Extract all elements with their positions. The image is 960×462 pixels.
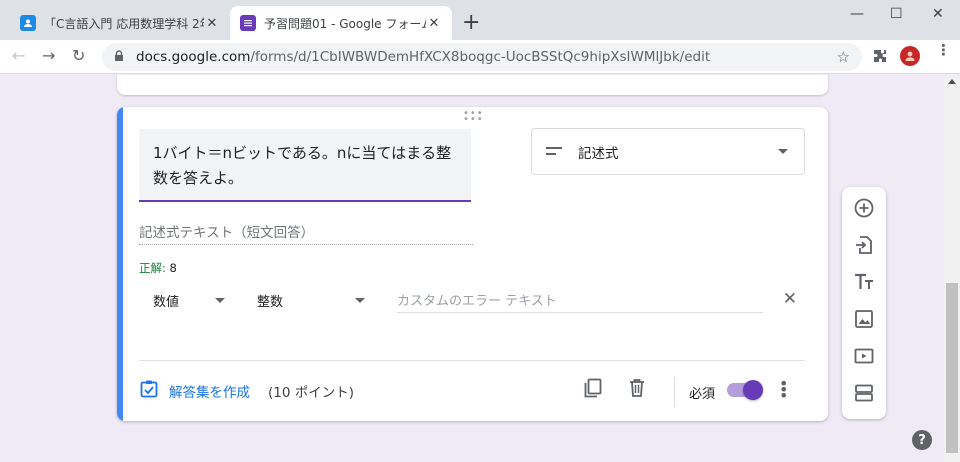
answer-key-label: 解答集を作成 (169, 385, 250, 401)
extensions-icon[interactable] (872, 48, 888, 68)
validation-rule-select[interactable]: 整数 (257, 287, 365, 313)
tab-strip: 「C言語入門 応用数理学科 2年」の ✕ 予習問題01 - Google フォー… (0, 0, 960, 40)
profile-avatar[interactable] (900, 46, 920, 66)
lock-icon (114, 49, 126, 65)
footer-divider (674, 377, 675, 407)
forms-icon (240, 15, 256, 31)
add-section-icon[interactable] (853, 382, 875, 404)
question-card[interactable]: ••• ••• 1バイト＝nビットである。nに当てはまる整数を答えよ。 記述式 記… (117, 107, 828, 421)
short-answer-icon (546, 146, 562, 157)
close-icon[interactable]: ✕ (204, 16, 220, 31)
address-bar[interactable]: docs.google.com/forms/d/1CbIWBWDemHfXCX8… (102, 43, 862, 71)
points-label: (10 ポイント) (268, 385, 355, 401)
question-type-label: 記述式 (578, 145, 619, 162)
scrollbar-thumb[interactable] (946, 283, 958, 453)
menu-icon[interactable]: ⋮ (936, 43, 951, 58)
chevron-down-icon (355, 298, 365, 303)
custom-error-input[interactable]: カスタムのエラー テキスト (397, 287, 763, 313)
add-question-icon[interactable] (853, 197, 875, 219)
side-toolbar (842, 187, 886, 419)
answer-key-button[interactable]: 解答集を作成 (10 ポイント) (139, 379, 354, 403)
classroom-icon (20, 15, 36, 31)
scroll-up-icon[interactable] (948, 79, 956, 84)
answer-key-icon (139, 379, 159, 403)
tab-forms[interactable]: 予習問題01 - Google フォーム ✕ (230, 6, 452, 40)
new-tab-button[interactable]: + (462, 10, 480, 36)
add-video-icon[interactable] (853, 345, 875, 367)
correct-answer: 正解: 8 (139, 260, 177, 276)
add-title-icon[interactable] (853, 271, 875, 293)
validation-rule-label: 整数 (257, 294, 284, 310)
reload-icon[interactable]: ↻ (72, 46, 85, 65)
validation-category-label: 数値 (153, 294, 180, 310)
import-questions-icon[interactable] (853, 234, 875, 256)
question-type-select[interactable]: 記述式 (531, 128, 805, 175)
active-card-indicator (117, 107, 123, 421)
question-title-input[interactable]: 1バイト＝nビットである。nに当てはまる整数を答えよ。 (139, 129, 471, 202)
divider (139, 360, 805, 361)
url-path: /forms/d/1CbIWBWDemHfXCX8boqgc-UocBSStQc… (250, 49, 711, 65)
delete-icon[interactable] (626, 377, 648, 399)
short-answer-placeholder: 記述式テキスト（短文回答） (139, 221, 473, 245)
close-icon[interactable]: ✕ (426, 16, 442, 31)
drag-handle-icon[interactable]: ••• ••• (463, 109, 484, 125)
maximize-icon[interactable]: ☐ (890, 6, 903, 22)
tab-title: 予習問題01 - Google フォーム (264, 16, 426, 31)
minimize-icon[interactable]: — (850, 6, 864, 22)
back-icon[interactable]: ← (12, 46, 25, 65)
toggle-knob (743, 380, 763, 400)
validation-category-select[interactable]: 数値 (153, 287, 225, 313)
response-validation-row: 数値 整数 カスタムのエラー テキスト ✕ (139, 287, 805, 313)
url-host: docs.google.com (136, 49, 251, 65)
forward-icon[interactable]: → (42, 46, 55, 65)
form-editor: ••• ••• 1バイト＝nビットである。nに当てはまる整数を答えよ。 記述式 記… (0, 75, 944, 462)
chevron-down-icon (215, 298, 225, 303)
required-toggle[interactable] (727, 380, 763, 400)
browser-toolbar: ← → ↻ docs.google.com/forms/d/1CbIWBWDem… (0, 40, 960, 74)
tab-title: 「C言語入門 応用数理学科 2年」の (44, 16, 204, 31)
window-close-icon[interactable]: ✕ (932, 6, 944, 22)
correct-answer-label: 正解: (139, 261, 166, 275)
correct-answer-value: 8 (169, 261, 177, 275)
add-image-icon[interactable] (853, 308, 875, 330)
help-icon[interactable]: ? (912, 430, 932, 450)
page-scrollbar[interactable] (944, 75, 960, 462)
duplicate-icon[interactable] (582, 377, 604, 399)
more-options-icon[interactable]: • • • (779, 376, 788, 404)
required-label: 必須 (689, 387, 716, 402)
chevron-down-icon (778, 149, 788, 154)
bookmark-star-icon[interactable]: ☆ (837, 48, 850, 66)
tab-classroom[interactable]: 「C言語入門 応用数理学科 2年」の ✕ (10, 6, 230, 40)
previous-question-card[interactable] (117, 75, 828, 95)
remove-validation-icon[interactable]: ✕ (783, 289, 797, 309)
